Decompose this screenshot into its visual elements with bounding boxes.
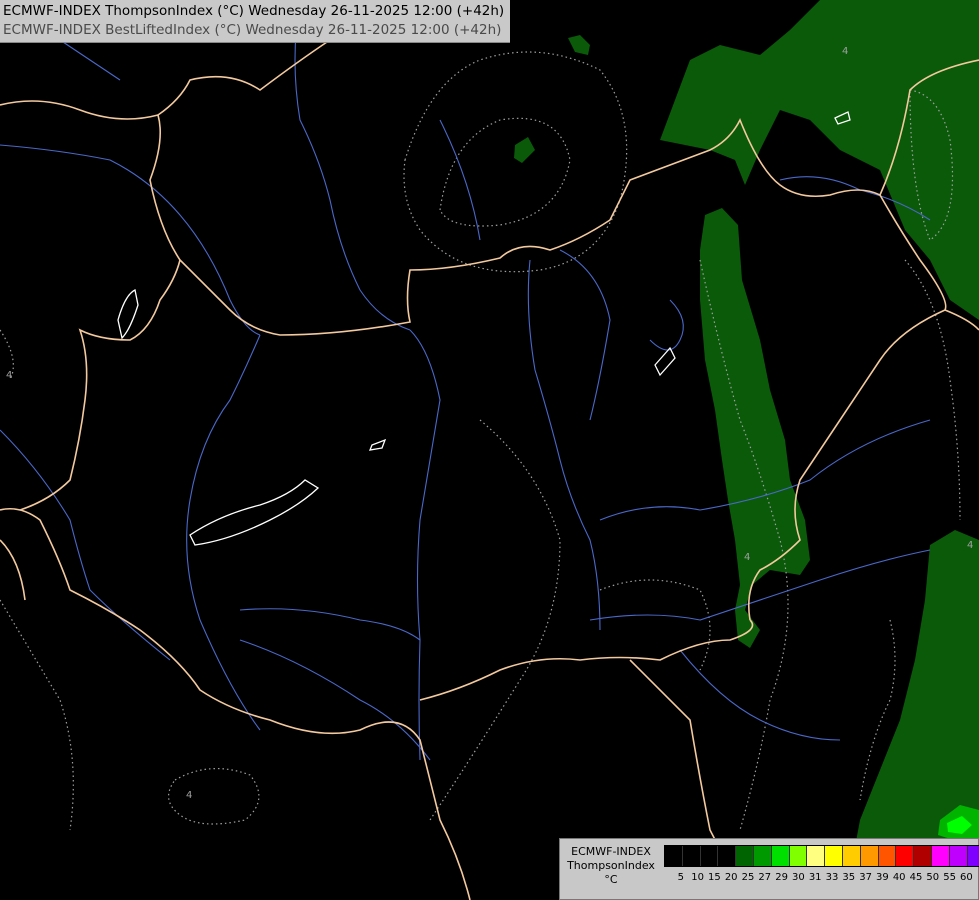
contour-label: 4	[967, 540, 973, 551]
legend-swatches	[664, 845, 979, 867]
map-title-box: ECMWF-INDEX ThompsonIndex (°C) Wednesday…	[0, 0, 511, 43]
legend-tick-label: 37	[859, 872, 872, 883]
legend-tick-label: 30	[792, 872, 805, 883]
weather-map: 4 4 4 4 4	[0, 0, 979, 900]
legend-tick-label: 31	[808, 872, 822, 883]
contour-label: 4	[6, 370, 12, 381]
legend-swatch	[681, 846, 700, 866]
legend-tick-label: 33	[825, 872, 839, 883]
legend-tick-label: 35	[842, 872, 856, 883]
legend-model: ECMWF-INDEX	[571, 845, 651, 858]
legend-swatch	[913, 846, 931, 866]
legend-swatch	[699, 846, 718, 866]
legend-swatch	[859, 846, 878, 866]
legend-tick-label: 27	[758, 872, 772, 883]
legend-swatch	[770, 846, 789, 866]
legend-swatch	[735, 846, 753, 866]
legend-swatch	[717, 846, 736, 866]
legend-swatch	[877, 846, 896, 866]
legend-swatch	[806, 846, 825, 866]
contour-label: 4	[744, 552, 750, 563]
legend-swatch	[930, 846, 949, 866]
legend-tick-label: 50	[926, 872, 940, 883]
legend-tick-label: 10	[691, 872, 704, 883]
legend-tick-label: 55	[943, 872, 956, 883]
legend-unit: °C	[604, 873, 618, 886]
legend-tick-label: 20	[724, 872, 738, 883]
legend-swatch	[948, 846, 967, 866]
legend-swatch	[895, 846, 914, 866]
legend-parameter: ThompsonIndex	[567, 859, 655, 872]
legend-tick-label: 29	[775, 872, 788, 883]
legend-title: ECMWF-INDEX ThompsonIndex °C	[563, 845, 659, 887]
legend-tick-label: 25	[741, 872, 755, 883]
map-title-primary: ECMWF-INDEX ThompsonIndex (°C) Wednesday…	[3, 3, 505, 19]
legend-tick-label: 39	[876, 872, 889, 883]
contour-label: 4	[186, 790, 192, 801]
legend-swatch	[841, 846, 860, 866]
legend-swatch	[824, 846, 842, 866]
legend-tick-label: 5	[677, 872, 684, 883]
legend-tick-label: 40	[892, 872, 906, 883]
contour-label: 4	[842, 46, 848, 57]
legend-tick-label: 60	[960, 872, 973, 883]
legend-swatch	[788, 846, 807, 866]
map-title-secondary: ECMWF-INDEX BestLiftedIndex (°C) Wednesd…	[3, 22, 502, 38]
legend-tick-label: 45	[909, 872, 923, 883]
color-legend: ECMWF-INDEX ThompsonIndex °C 5 10 15 20 25 27…	[559, 838, 979, 900]
legend-swatch	[665, 846, 682, 866]
legend-tick-label: 15	[708, 872, 721, 883]
legend-swatch	[966, 846, 979, 866]
legend-swatch	[752, 846, 771, 866]
